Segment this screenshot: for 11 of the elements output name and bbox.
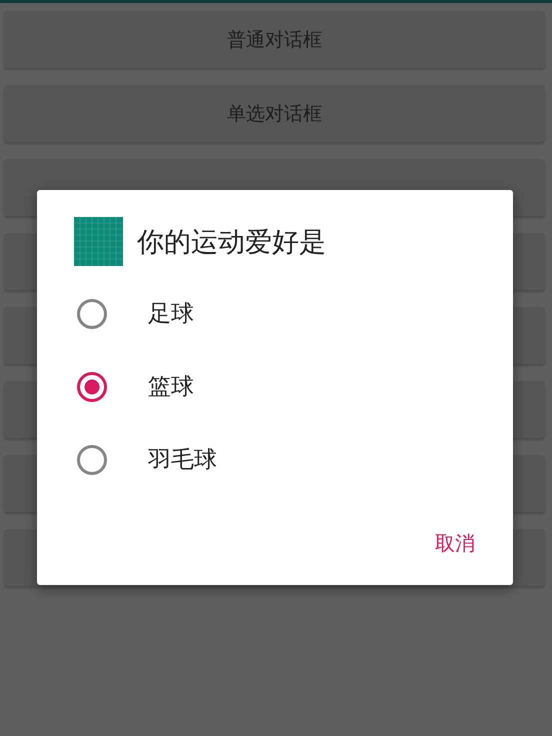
option-label: 足球 — [148, 300, 194, 329]
cancel-button[interactable]: 取消 — [427, 524, 483, 563]
dialog-button[interactable]: 普通对话框 — [4, 11, 545, 68]
option-label: 篮球 — [148, 373, 194, 402]
dialog-button[interactable]: 单选对话框 — [4, 85, 545, 142]
grid-icon — [74, 217, 123, 266]
dialog-title: 你的运动爱好是 — [137, 226, 326, 260]
option-label: 羽毛球 — [148, 446, 217, 475]
radio-button[interactable] — [76, 370, 108, 402]
radio-button[interactable] — [76, 298, 108, 330]
radio-button[interactable] — [76, 444, 108, 476]
